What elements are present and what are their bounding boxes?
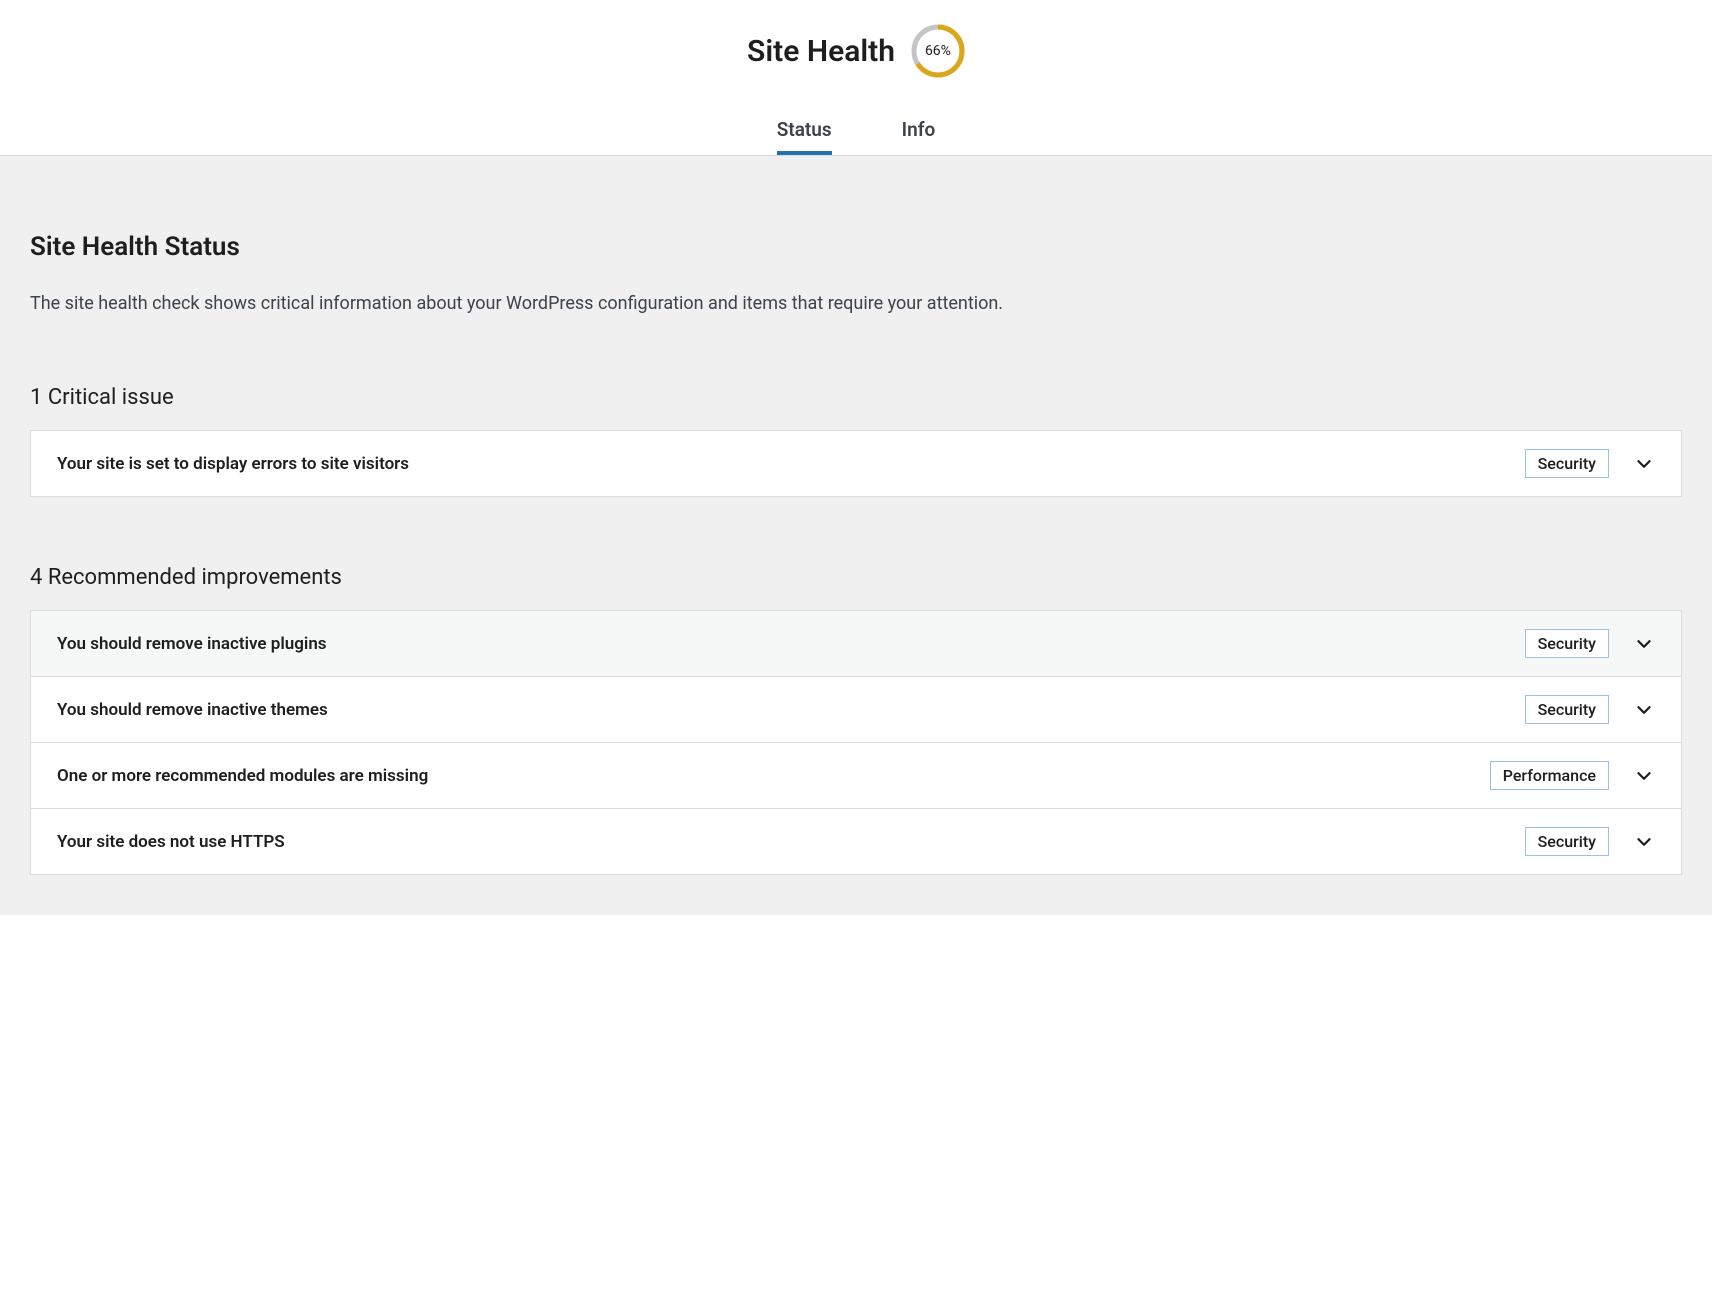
badge-security: Security [1525,827,1609,856]
badge-security: Security [1525,449,1609,478]
issue-right: Performance [1490,761,1655,790]
header-title-row: Site Health 66% [0,24,1712,78]
section-heading: Site Health Status [30,232,1682,262]
tab-info[interactable]: Info [902,118,936,155]
chevron-down-icon[interactable] [1633,453,1655,475]
critical-heading: 1 Critical issue [30,385,1682,410]
chevron-down-icon[interactable] [1633,633,1655,655]
progress-indicator: 66% [911,24,965,78]
recommended-issue-item[interactable]: You should remove inactive plugins Securi… [31,611,1681,676]
page-title: Site Health [747,34,895,69]
issue-right: Security [1525,629,1655,658]
recommended-heading: 4 Recommended improvements [30,565,1682,590]
tab-status[interactable]: Status [777,118,832,155]
recommended-issue-item[interactable]: One or more recommended modules are miss… [31,742,1681,808]
critical-issue-list: Your site is set to display errors to si… [30,430,1682,497]
section-description: The site health check shows critical inf… [30,290,1682,317]
badge-security: Security [1525,629,1609,658]
main-content: Site Health Status The site health check… [0,156,1712,915]
recommended-issue-item[interactable]: Your site does not use HTTPS Security [31,808,1681,874]
issue-title: Your site is set to display errors to si… [57,454,409,474]
issue-right: Security [1525,827,1655,856]
issue-title: You should remove inactive plugins [57,634,327,654]
issue-title: Your site does not use HTTPS [57,832,285,852]
recommended-issue-item[interactable]: You should remove inactive themes Securit… [31,676,1681,742]
issue-right: Security [1525,449,1655,478]
tabs: Status Info [0,118,1712,156]
chevron-down-icon[interactable] [1633,699,1655,721]
chevron-down-icon[interactable] [1633,831,1655,853]
recommended-issue-list: You should remove inactive plugins Securi… [30,610,1682,875]
issue-title: You should remove inactive themes [57,700,328,720]
badge-security: Security [1525,695,1609,724]
progress-text: 66% [925,43,951,59]
chevron-down-icon[interactable] [1633,765,1655,787]
badge-performance: Performance [1490,761,1609,790]
issue-title: One or more recommended modules are miss… [57,766,428,786]
issue-right: Security [1525,695,1655,724]
page-header: Site Health 66% Status Info [0,0,1712,156]
critical-issue-item[interactable]: Your site is set to display errors to si… [31,431,1681,496]
